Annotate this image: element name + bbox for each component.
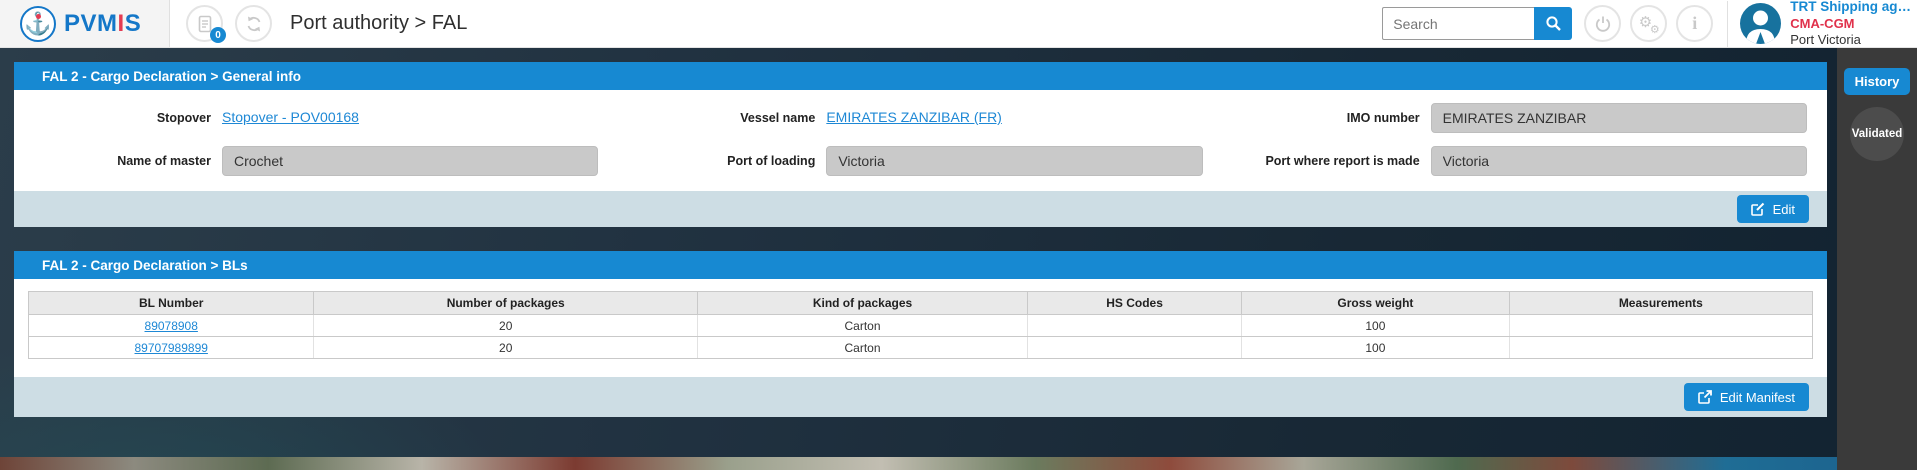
name-of-master-label: Name of master	[14, 154, 222, 168]
bl-number-link[interactable]: 89707989899	[135, 341, 208, 355]
cell-gross-weight: 100	[1242, 315, 1510, 337]
bls-footer: Edit Manifest	[14, 377, 1827, 417]
search-button[interactable]	[1534, 7, 1572, 40]
stopover-link[interactable]: Stopover - POV00168	[222, 109, 359, 125]
cell-kind: Carton	[697, 337, 1027, 359]
cell-measurements	[1509, 315, 1812, 337]
app-logo[interactable]: ⚓ PVMIS	[0, 0, 170, 47]
col-gross-weight: Gross weight	[1242, 292, 1510, 315]
table-header-row: BL Number Number of packages Kind of pac…	[29, 292, 1813, 315]
port-of-loading-input[interactable]	[826, 146, 1202, 176]
info-icon: i	[1692, 13, 1697, 34]
power-icon	[1594, 15, 1612, 33]
refresh-button[interactable]	[235, 5, 272, 42]
imo-number-input[interactable]	[1431, 103, 1807, 133]
search-icon	[1545, 15, 1562, 32]
col-measurements: Measurements	[1509, 292, 1812, 315]
vessel-name-link[interactable]: EMIRATES ZANZIBAR (FR)	[826, 109, 1002, 125]
bl-number-link[interactable]: 89078908	[145, 319, 198, 333]
table-row: 89707989899 20 Carton 100	[29, 337, 1813, 359]
history-button[interactable]: History	[1844, 68, 1910, 95]
settings-button[interactable]: ⚙⚙	[1630, 5, 1667, 42]
cell-packages: 20	[314, 337, 698, 359]
gears-icon: ⚙⚙	[1639, 14, 1659, 34]
cell-hs-codes	[1028, 315, 1242, 337]
search-input[interactable]	[1382, 7, 1534, 40]
logout-button[interactable]	[1584, 5, 1621, 42]
bl-table: BL Number Number of packages Kind of pac…	[28, 291, 1813, 359]
user-port: Port Victoria	[1790, 32, 1911, 48]
main-area: FAL 2 - Cargo Declaration > General info…	[0, 48, 1917, 470]
field-stopover: Stopover Stopover - POV00168	[14, 103, 618, 133]
field-port-where-report-is-made: Port where report is made	[1223, 146, 1827, 176]
header-divider	[1727, 1, 1728, 47]
user-name: TRT Shipping ag…	[1790, 0, 1911, 16]
col-kind-of-packages: Kind of packages	[697, 292, 1027, 315]
user-avatar[interactable]	[1740, 3, 1781, 44]
col-bl-number: BL Number	[29, 292, 314, 315]
person-icon	[1740, 3, 1781, 44]
field-port-of-loading: Port of loading	[618, 146, 1222, 176]
right-rail: History Validated	[1837, 48, 1917, 470]
port-report-label: Port where report is made	[1223, 154, 1431, 168]
cell-packages: 20	[314, 315, 698, 337]
logo-text: PVMIS	[64, 10, 141, 38]
document-icon	[197, 15, 213, 33]
name-of-master-input[interactable]	[222, 146, 598, 176]
notification-badge: 0	[210, 27, 226, 43]
edit-manifest-button[interactable]: Edit Manifest	[1684, 383, 1809, 411]
col-number-of-packages: Number of packages	[314, 292, 698, 315]
bls-header: FAL 2 - Cargo Declaration > BLs	[14, 251, 1827, 279]
app-header: ⚓ PVMIS 0 Port authority > FAL	[0, 0, 1917, 48]
general-info-panel: FAL 2 - Cargo Declaration > General info…	[14, 62, 1827, 227]
port-report-input[interactable]	[1431, 146, 1807, 176]
cell-gross-weight: 100	[1242, 337, 1510, 359]
refresh-icon	[245, 15, 263, 33]
stopover-label: Stopover	[14, 111, 222, 125]
table-row: 89078908 20 Carton 100	[29, 315, 1813, 337]
port-of-loading-label: Port of loading	[618, 154, 826, 168]
edit-pencil-icon	[1751, 202, 1765, 216]
general-info-header: FAL 2 - Cargo Declaration > General info	[14, 62, 1827, 90]
field-name-of-master: Name of master	[14, 146, 618, 176]
page-title: Port authority > FAL	[290, 12, 467, 35]
general-info-footer: Edit	[14, 191, 1827, 227]
external-link-icon	[1698, 390, 1712, 404]
cell-kind: Carton	[697, 315, 1027, 337]
validated-status-badge: Validated	[1850, 107, 1904, 161]
search-group	[1382, 7, 1572, 40]
vessel-name-label: Vessel name	[618, 111, 826, 125]
cell-hs-codes	[1028, 337, 1242, 359]
imo-number-label: IMO number	[1223, 111, 1431, 125]
field-imo-number: IMO number	[1223, 103, 1827, 133]
anchor-logo-icon: ⚓	[20, 6, 56, 42]
bls-panel: FAL 2 - Cargo Declaration > BLs BL Numbe…	[14, 251, 1827, 417]
background-photo-strip	[0, 457, 1917, 470]
field-vessel-name: Vessel name EMIRATES ZANZIBAR (FR)	[618, 103, 1222, 133]
col-hs-codes: HS Codes	[1028, 292, 1242, 315]
user-info[interactable]: TRT Shipping ag… CMA-CGM Port Victoria	[1790, 0, 1917, 48]
user-company: CMA-CGM	[1790, 16, 1911, 32]
cell-measurements	[1509, 337, 1812, 359]
bls-title: FAL 2 - Cargo Declaration > BLs	[42, 258, 248, 273]
pending-documents-button[interactable]: 0	[186, 5, 223, 42]
edit-button[interactable]: Edit	[1737, 195, 1809, 223]
general-info-title: FAL 2 - Cargo Declaration > General info	[42, 69, 301, 84]
info-button[interactable]: i	[1676, 5, 1713, 42]
